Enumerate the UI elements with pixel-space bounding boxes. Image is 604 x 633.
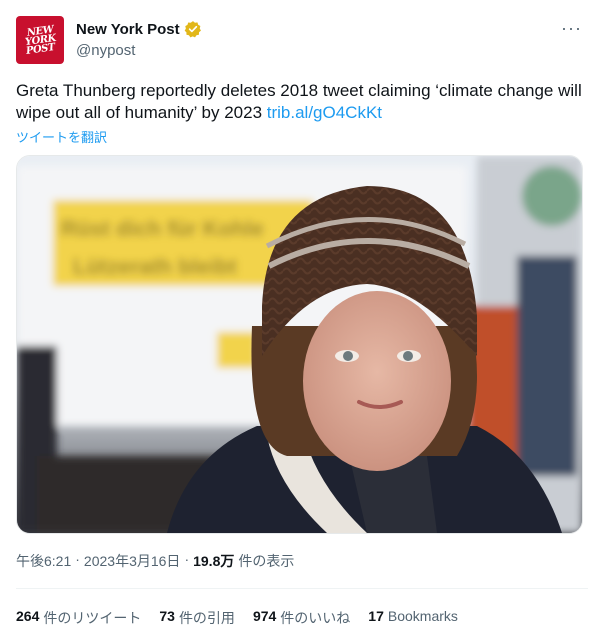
quotes-stat[interactable]: 73 件の引用 — [159, 608, 235, 628]
meta-separator: · — [75, 551, 80, 567]
bookmarks-stat[interactable]: 17 Bookmarks — [368, 608, 458, 628]
tweet-date[interactable]: 2023年3月16日 — [84, 551, 181, 571]
tweet-text: Greta Thunberg reportedly deletes 2018 t… — [16, 80, 588, 124]
author-display-name[interactable]: New York Post — [76, 21, 180, 38]
tweet-link[interactable]: trib.al/gO4CkKt — [267, 103, 382, 122]
photo-scene: Rüst dich für Kohle Lützerath bleibt — [17, 156, 582, 533]
likes-stat[interactable]: 974 件のいいね — [253, 608, 350, 628]
quotes-label: 件の引用 — [178, 610, 235, 626]
likes-count: 974 — [252, 608, 277, 624]
bookmarks-label: Bookmarks — [387, 608, 458, 624]
retweets-count: 264 — [16, 608, 40, 624]
banner-text: Lützerath bleibt — [73, 254, 237, 279]
divider — [16, 588, 588, 589]
more-options-icon[interactable]: ··· — [561, 18, 582, 39]
verified-badge-icon — [184, 21, 201, 38]
avatar-logo-line: POST — [24, 41, 56, 57]
author-avatar[interactable]: NEW YORK POST — [16, 16, 64, 64]
translate-tweet-link[interactable]: ツイートを翻訳 — [16, 127, 107, 146]
author-name-row[interactable]: New York Post — [76, 20, 202, 38]
meta-separator: · — [184, 551, 190, 567]
views-label: 件の表示 — [238, 553, 295, 569]
retweets-label: 件のリツイート — [43, 610, 142, 626]
quotes-count: 73 — [159, 608, 175, 624]
bookmarks-count: 17 — [368, 608, 384, 624]
author-handle[interactable]: @nypost — [76, 42, 135, 59]
tweet-meta: 午後6:21 · 2023年3月16日 · 19.8万 件の表示 — [16, 551, 294, 571]
banner-text: Rüst dich für Kohle — [61, 216, 264, 241]
likes-label: 件のいいね — [280, 610, 351, 626]
tweet-time[interactable]: 午後6:21 — [16, 551, 71, 571]
retweets-stat[interactable]: 264 件のリツイート — [16, 608, 141, 628]
tweet-photo[interactable]: Rüst dich für Kohle Lützerath bleibt — [16, 155, 583, 534]
views-count: 19.8万 — [193, 553, 235, 569]
engagement-stats: 264 件のリツイート 73 件の引用 974 件のいいね 17 Bookmar… — [16, 608, 458, 628]
